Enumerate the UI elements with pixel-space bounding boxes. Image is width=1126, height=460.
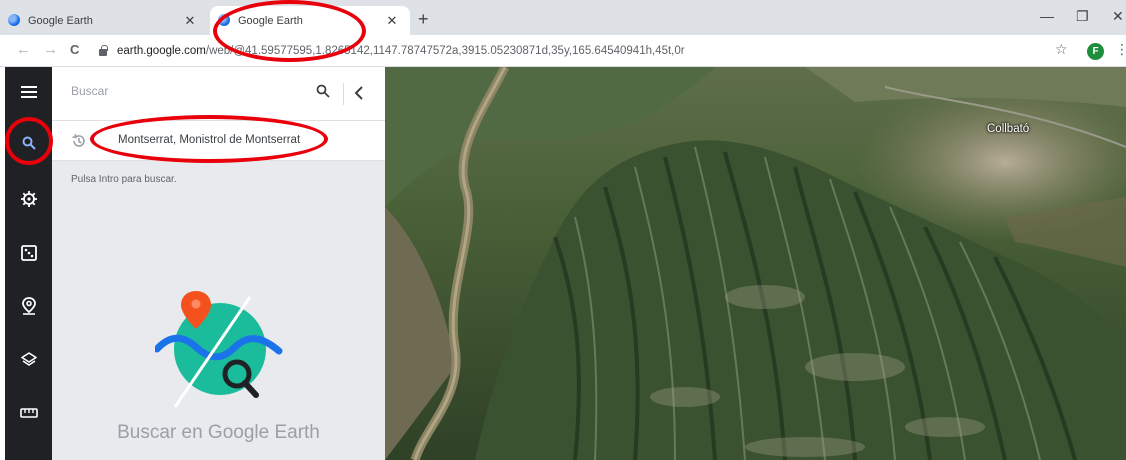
browser-menu-icon[interactable]: ⋮ bbox=[1115, 41, 1126, 58]
measure-icon bbox=[19, 408, 38, 418]
search-icon bbox=[22, 136, 36, 150]
forward-button[interactable]: → bbox=[43, 41, 58, 58]
suggestion-text: Montserrat, Monistrol de Montserrat bbox=[118, 134, 301, 146]
search-input[interactable] bbox=[71, 84, 301, 98]
earth-rail bbox=[5, 67, 52, 460]
search-button[interactable] bbox=[5, 120, 52, 166]
tab-title: Google Earth bbox=[28, 14, 93, 27]
search-bar bbox=[52, 67, 385, 121]
new-tab-button[interactable]: + bbox=[418, 9, 429, 30]
search-panel: Montserrat, Monistrol de Montserrat Puls… bbox=[52, 67, 385, 460]
address-bar[interactable]: earth.google.com/web/@41.59577595,1.8265… bbox=[95, 40, 1080, 62]
tab-google-earth-2[interactable]: Google Earth ✕ bbox=[210, 6, 410, 35]
google-earth-favicon-icon bbox=[8, 14, 20, 26]
url-path: /web/@41.59577595,1.8265142,1147.7874757… bbox=[205, 45, 685, 57]
projects-button[interactable] bbox=[5, 283, 52, 329]
earth-3d-map[interactable]: Collbató bbox=[385, 67, 1126, 460]
measure-button[interactable] bbox=[5, 390, 52, 436]
voyager-button[interactable] bbox=[5, 176, 52, 222]
divider bbox=[343, 83, 344, 105]
tab-google-earth-1[interactable]: Google Earth ✕ bbox=[0, 6, 208, 35]
close-window-button[interactable]: ✕ bbox=[1112, 8, 1124, 25]
profile-avatar[interactable]: F bbox=[1087, 43, 1104, 60]
feeling-lucky-icon bbox=[20, 245, 37, 261]
map-style-icon bbox=[20, 352, 37, 366]
url-host: earth.google.com bbox=[117, 45, 206, 57]
tab-strip: Google Earth ✕ Google Earth ✕ + — ❐ ✕ bbox=[0, 0, 1126, 35]
history-icon bbox=[72, 134, 85, 147]
search-submit-icon[interactable] bbox=[316, 84, 330, 98]
browser-toolbar: ← → C earth.google.com/web/@41.59577595,… bbox=[0, 35, 1126, 67]
lock-icon bbox=[99, 44, 108, 56]
menu-button[interactable] bbox=[5, 69, 52, 115]
reload-button[interactable]: C bbox=[70, 42, 79, 57]
menu-icon bbox=[20, 86, 37, 98]
place-label: Collbató bbox=[987, 123, 1030, 135]
collapse-panel-icon[interactable] bbox=[354, 86, 364, 100]
tab-title: Google Earth bbox=[238, 14, 303, 27]
map-style-button[interactable] bbox=[5, 337, 52, 383]
voyager-icon bbox=[20, 191, 37, 207]
projects-icon bbox=[21, 297, 36, 315]
close-tab-icon[interactable]: ✕ bbox=[182, 13, 198, 29]
back-button[interactable]: ← bbox=[16, 41, 31, 58]
bookmark-star-icon[interactable]: ☆ bbox=[1055, 41, 1068, 58]
search-suggestion[interactable]: Montserrat, Monistrol de Montserrat bbox=[52, 121, 385, 161]
feeling-lucky-button[interactable] bbox=[5, 230, 52, 276]
search-earth-illustration bbox=[155, 291, 283, 408]
restore-button[interactable]: ❐ bbox=[1076, 8, 1089, 25]
minimize-button[interactable]: — bbox=[1040, 8, 1054, 24]
google-earth-favicon-icon bbox=[218, 14, 230, 26]
panel-caption: Buscar en Google Earth bbox=[117, 422, 320, 443]
close-tab-icon[interactable]: ✕ bbox=[384, 13, 400, 29]
search-hint: Pulsa Intro para buscar. bbox=[71, 174, 177, 185]
